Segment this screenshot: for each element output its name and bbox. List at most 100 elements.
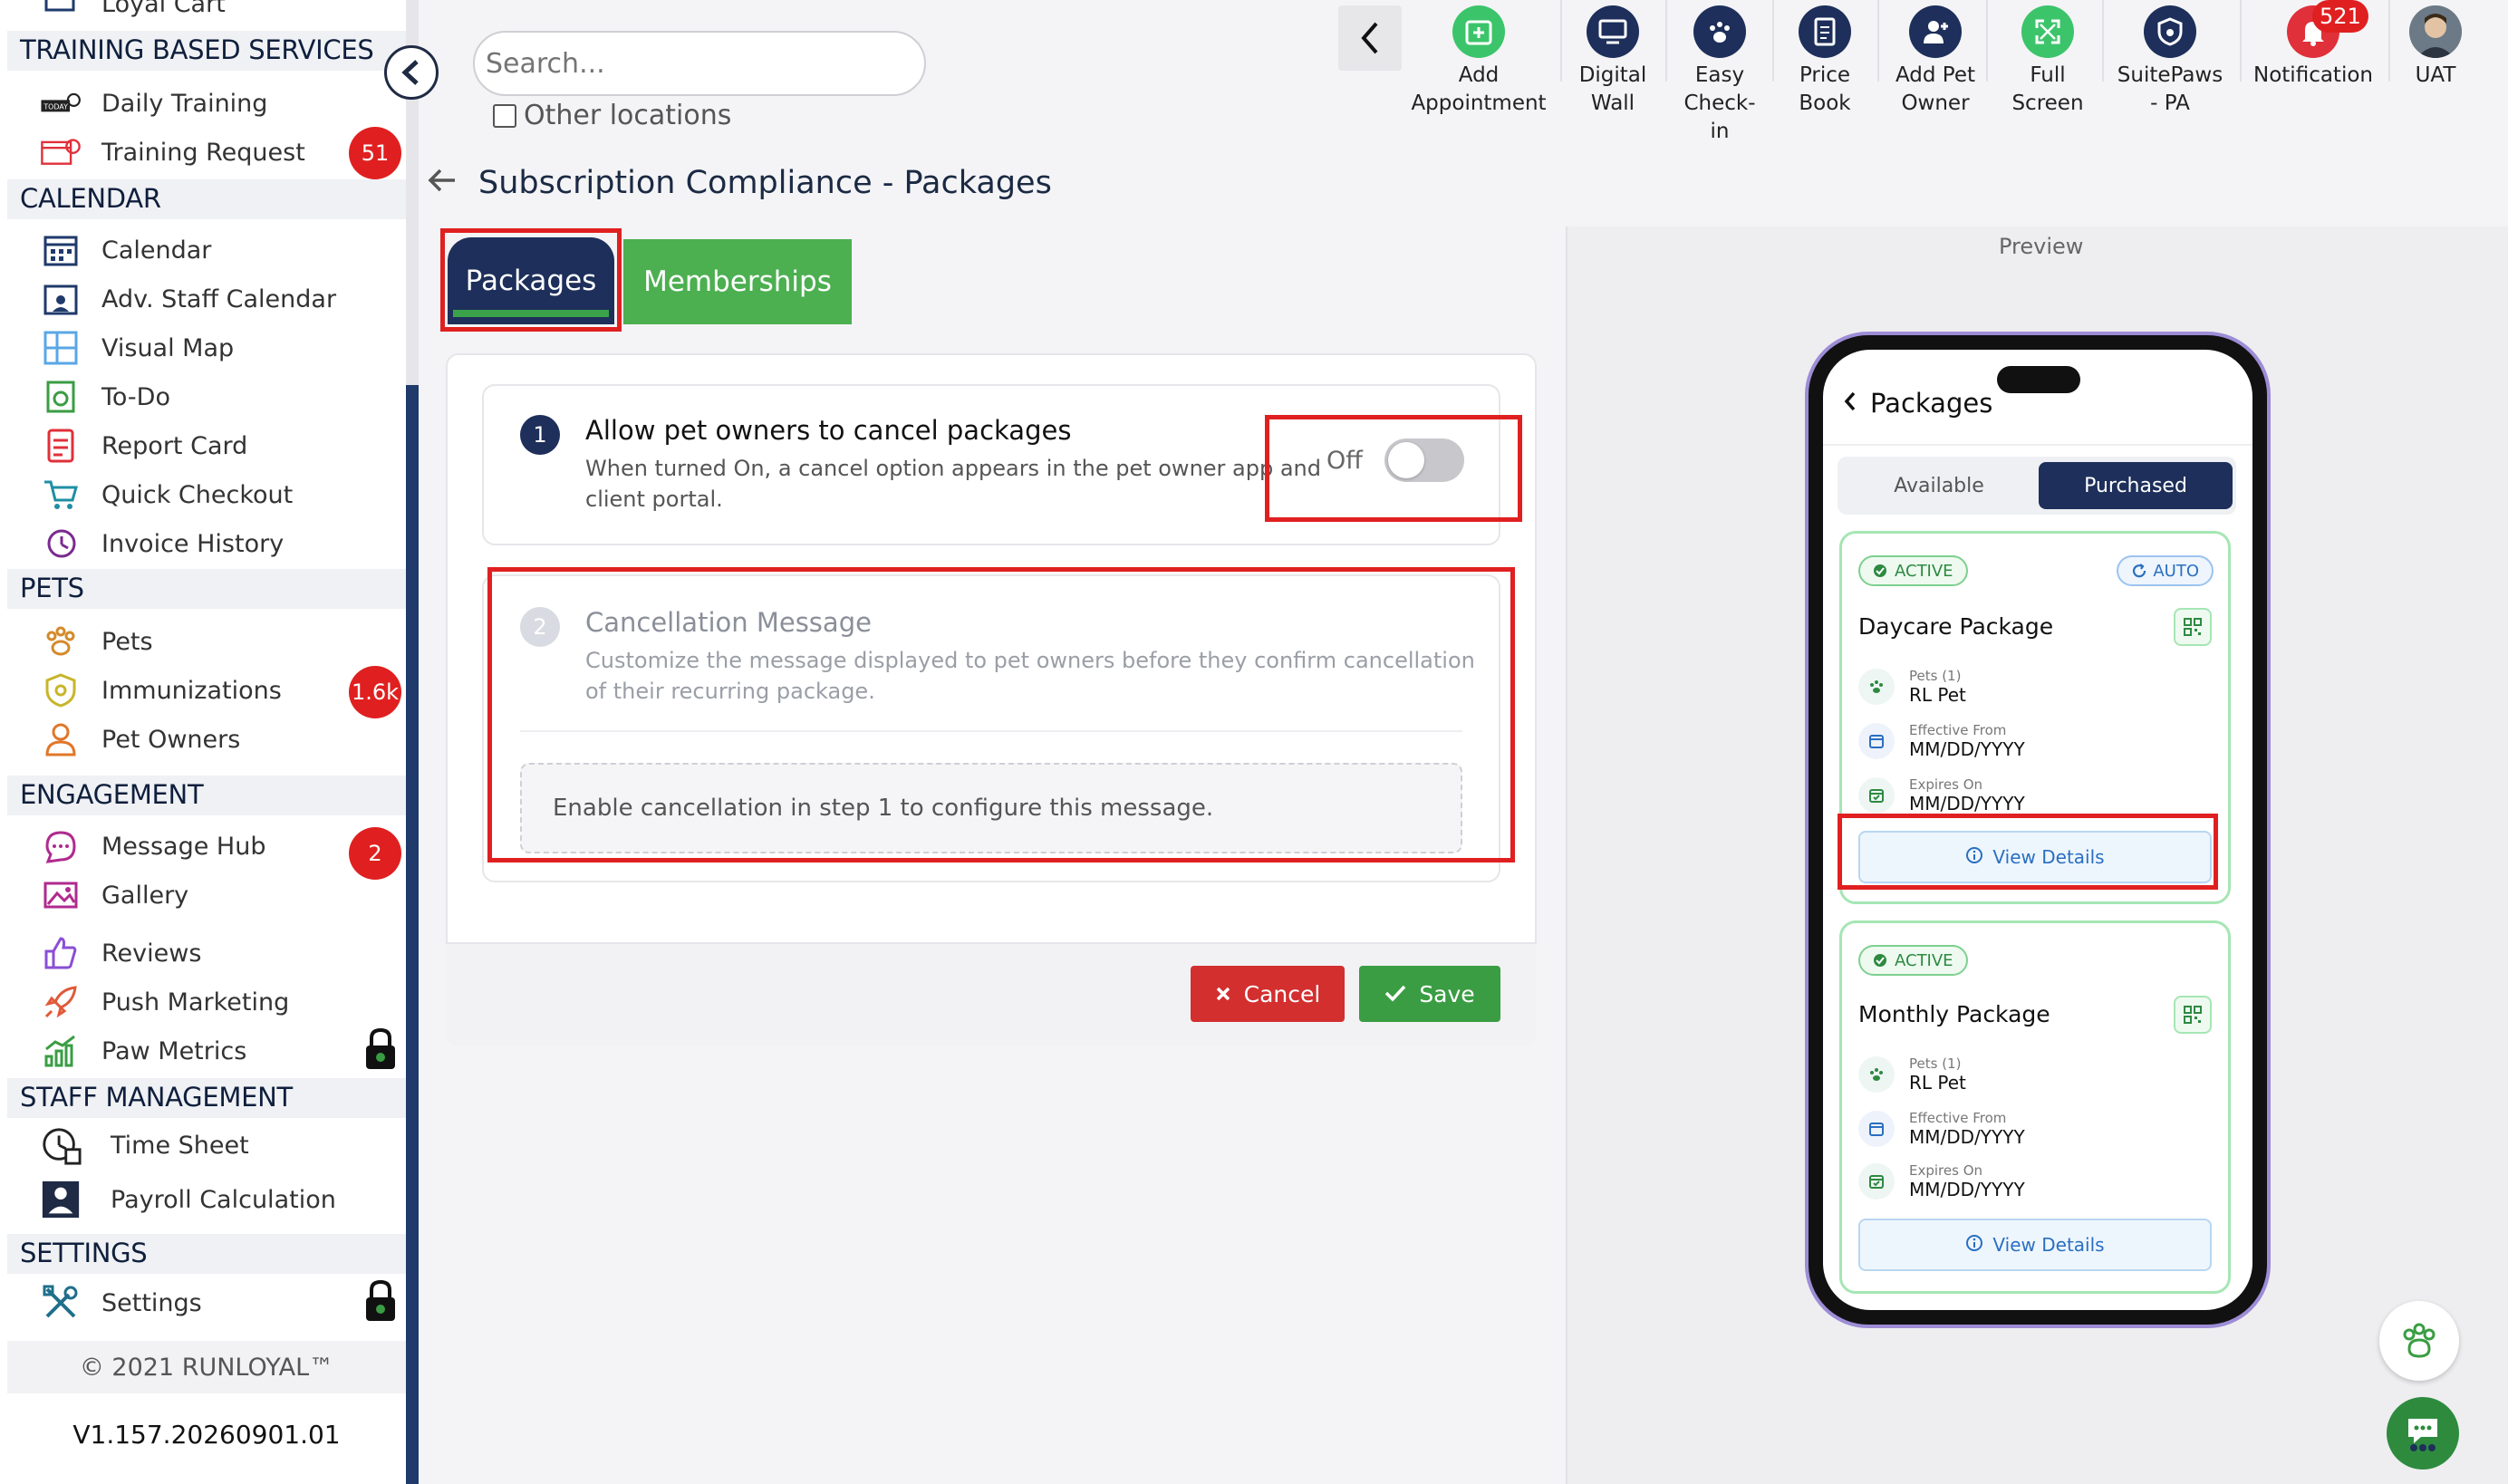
paw-help-button[interactable] <box>2379 1301 2459 1381</box>
info-icon <box>1965 846 1983 869</box>
tab-packages[interactable]: Packages <box>448 237 614 324</box>
easy-checkin-button[interactable]: Easy Check- in <box>1682 5 1758 146</box>
allow-cancel-toggle[interactable] <box>1384 438 1464 482</box>
row-value: MM/DD/YYYY <box>1909 793 2025 814</box>
digital-wall-button[interactable]: Digital Wall <box>1575 5 1651 118</box>
sidebar-item-calendar[interactable]: Calendar <box>7 226 406 274</box>
save-button[interactable]: Save <box>1359 966 1500 1022</box>
user-menu-button[interactable]: UAT <box>2401 5 2470 90</box>
step1-number: 1 <box>520 415 560 455</box>
toolbar-label: - PA <box>2150 92 2190 115</box>
toolbar-separator <box>2388 0 2390 82</box>
page-title-text: Subscription Compliance - Packages <box>478 165 1052 201</box>
status-badge: ACTIVE <box>1858 945 1968 976</box>
calendar-check-icon <box>1858 1163 1895 1200</box>
sidebar-item-visual-map[interactable]: Visual Map <box>7 324 406 371</box>
full-screen-button[interactable]: Full Screen <box>2004 5 2091 118</box>
collapse-sidebar-button[interactable] <box>384 45 439 100</box>
checkbox-box[interactable] <box>493 103 516 128</box>
package-effective-row: Effective From MM/DD/YYYY <box>1858 722 2025 760</box>
package-card: ACTIVE AUTO Daycare Package Pets (1) RL P… <box>1839 531 2231 904</box>
qr-code-icon[interactable] <box>2174 608 2212 646</box>
monitor-icon <box>1587 5 1639 58</box>
back-arrow-icon[interactable] <box>428 165 457 201</box>
sidebar-item-label: Gallery <box>101 881 189 910</box>
add-pet-owner-button[interactable]: Add Pet Owner <box>1892 5 1979 118</box>
sidebar-item-training-request[interactable]: Training Request <box>7 129 406 176</box>
toolbar-label: Price <box>1799 63 1851 87</box>
package-name: Daycare Package <box>1858 613 2054 640</box>
sidebar-item-reviews[interactable]: Reviews <box>7 930 406 977</box>
tab-memberships[interactable]: Memberships <box>623 239 852 324</box>
row-value: MM/DD/YYYY <box>1909 1126 2025 1148</box>
chevron-left-icon[interactable] <box>1843 388 1857 419</box>
step2-description: Customize the message displayed to pet o… <box>585 645 1475 707</box>
sidebar-item-paw-metrics[interactable]: Paw Metrics <box>7 1027 406 1074</box>
save-label: Save <box>1419 980 1475 1007</box>
section-pets: PETS <box>7 569 406 609</box>
staff-calendar-icon <box>40 281 82 317</box>
step1-description: When turned On, a cancel option appears … <box>585 453 1321 515</box>
sidebar-item-quick-checkout[interactable]: Quick Checkout <box>7 471 406 518</box>
sidebar-item-immunizations[interactable]: Immunizations <box>7 667 406 714</box>
sidebar-item-adv-staff-calendar[interactable]: Adv. Staff Calendar <box>7 275 406 323</box>
sidebar-item-pets[interactable]: Pets <box>7 618 406 665</box>
shield-paw-icon <box>2144 5 2196 58</box>
section-training: TRAINING BASED SERVICES <box>7 31 406 71</box>
package-name: Monthly Package <box>1858 1001 2050 1027</box>
cancel-button[interactable]: Cancel <box>1191 966 1345 1022</box>
cancel-toggle-group[interactable]: Off <box>1326 438 1464 482</box>
sidebar-item-daily-training[interactable]: TODAY Daily Training <box>7 80 406 127</box>
preview-header-title: Packages <box>1870 388 1993 419</box>
toolbar-separator <box>1986 0 1988 82</box>
sidebar-item-gallery[interactable]: Gallery <box>7 872 406 919</box>
sidebar-item-push-marketing[interactable]: Push Marketing <box>7 978 406 1026</box>
sidebar-item-todo[interactable]: To-Do <box>7 373 406 420</box>
sidebar-item-label: Daily Training <box>101 89 268 118</box>
sidebar-item-settings[interactable]: Settings <box>7 1279 406 1326</box>
sidebar-item-label: Invoice History <box>101 529 285 558</box>
thumbs-up-icon <box>40 935 82 971</box>
other-locations-checkbox[interactable]: Other locations <box>493 100 731 131</box>
sidebar-item-label: Calendar <box>101 236 212 265</box>
preview-header-divider <box>1823 444 2252 446</box>
sidebar-item-message-hub[interactable]: Message Hub <box>7 823 406 870</box>
segment-purchased[interactable]: Purchased <box>2039 462 2233 509</box>
sidebar-scrollbar[interactable] <box>406 385 419 1484</box>
add-appointment-button[interactable]: Add Appointment <box>1411 5 1547 118</box>
refresh-icon <box>2133 564 2146 578</box>
paw-icon <box>1858 669 1895 705</box>
row-value: RL Pet <box>1909 1072 1966 1094</box>
qr-code-icon[interactable] <box>2174 996 2212 1034</box>
toolbar-label: Wall <box>1590 92 1635 115</box>
auto-renew-badge: AUTO <box>2117 555 2214 586</box>
sidebar-item-report-card[interactable]: Report Card <box>7 422 406 469</box>
chat-support-button[interactable] <box>2387 1397 2459 1470</box>
toolbar-separator <box>2240 0 2242 82</box>
toolbar-back-button[interactable] <box>1338 5 1402 71</box>
training-request-badge: 51 <box>349 127 401 179</box>
check-icon <box>1384 981 1406 1007</box>
sidebar-item-pet-owners[interactable]: Pet Owners <box>7 716 406 763</box>
view-details-button[interactable]: View Details <box>1858 831 2212 883</box>
sidebar-item-time-sheet[interactable]: Time Sheet <box>7 1122 406 1169</box>
sidebar-item-payroll[interactable]: Payroll Calculation <box>7 1176 406 1223</box>
view-details-button[interactable]: View Details <box>1858 1219 2212 1271</box>
sidebar-item-label: Pets <box>101 627 153 656</box>
segment-available[interactable]: Available <box>1843 462 2035 509</box>
sidebar-item-invoice-history[interactable]: Invoice History <box>7 520 406 567</box>
report-card-icon <box>40 428 82 464</box>
search-input[interactable] <box>473 31 926 96</box>
lock-icon <box>362 1279 399 1323</box>
chat-icon <box>40 828 82 864</box>
add-user-icon <box>1909 5 1962 58</box>
toggle-knob <box>1387 442 1424 478</box>
map-grid-icon <box>40 330 82 366</box>
row-label: Effective From <box>1909 1110 2007 1126</box>
step2-number: 2 <box>520 607 560 647</box>
price-book-button[interactable]: Price Book <box>1787 5 1863 118</box>
sidebar-item-loyal-cart[interactable]: Loyal Cart <box>7 0 406 27</box>
suitepaws-button[interactable]: SuitePaws - PA <box>2111 5 2229 118</box>
toolbar-label: SuitePaws <box>2117 63 2223 87</box>
toolbar-label: Notification <box>2253 63 2373 87</box>
